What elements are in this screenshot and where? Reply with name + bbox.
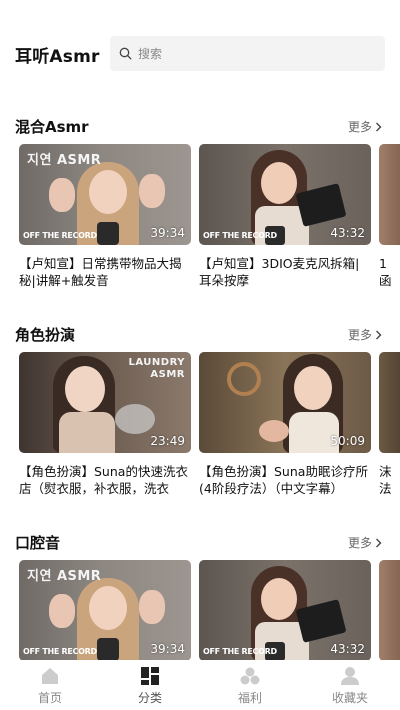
more-link[interactable]: 更多	[348, 326, 382, 343]
thumbnail-overlay-text: LAUNDRY ASMR	[128, 357, 185, 380]
favorites-icon	[341, 667, 359, 685]
watermark: OFF THE RECORD	[23, 647, 97, 656]
tab-category[interactable]: 分类	[100, 660, 200, 710]
more-link[interactable]: 更多	[348, 118, 382, 135]
tab-label: 福利	[237, 691, 262, 705]
video-thumbnail[interactable]: 지연 ASMR OFF THE RECORD 39:34	[19, 560, 191, 661]
gift-icon	[240, 667, 260, 685]
search-icon	[119, 47, 132, 60]
video-duration: 43:32	[330, 226, 365, 240]
video-duration: 23:49	[150, 434, 185, 448]
video-card[interactable]: 1 函	[379, 144, 400, 294]
video-thumbnail[interactable]: 50:09	[199, 352, 371, 453]
bottom-tab-bar: 首页 分类 福利 收藏夹	[0, 660, 400, 710]
video-duration: 39:34	[150, 226, 185, 240]
home-icon	[42, 668, 58, 684]
chevron-right-icon	[376, 330, 382, 339]
section-title: 混合Asmr	[15, 118, 89, 136]
tab-label: 首页	[37, 691, 62, 705]
video-card[interactable]: 50:09 【角色扮演】Suna助眠诊疗所(4阶段疗法）（中文字幕）	[199, 352, 371, 502]
section-title: 角色扮演	[15, 326, 76, 344]
tab-welfare[interactable]: 福利	[200, 660, 300, 710]
header: 耳听Asmr	[0, 0, 400, 90]
video-duration: 39:34	[150, 642, 185, 656]
video-thumbnail[interactable]	[379, 352, 400, 453]
video-title: 【卢知宣】3DIO麦克风拆箱|耳朵按摩	[199, 256, 360, 288]
card-row: LAUNDRY ASMR 23:49 【角色扮演】Suna的快速洗衣店（熨衣服，…	[19, 352, 400, 502]
video-card[interactable]: OFF THE RECORD 43:32 【卢知宣】3DIO麦克风拆箱|耳朵按摩	[199, 144, 371, 294]
video-thumbnail[interactable]	[379, 560, 400, 661]
video-duration: 50:09	[330, 434, 365, 448]
video-title: 【角色扮演】Suna助眠诊疗所(4阶段疗法）（中文字幕）	[199, 464, 368, 496]
video-thumbnail[interactable]: LAUNDRY ASMR 23:49	[19, 352, 191, 453]
video-title: 1 函	[379, 256, 392, 288]
video-title: 沫 法	[379, 464, 392, 496]
section-mixed-asmr: 混合Asmr 更多 지연 ASMR OFF THE RECORD 39:34 【…	[0, 116, 400, 296]
more-label: 更多	[347, 536, 372, 550]
video-thumbnail[interactable]: OFF THE RECORD 43:32	[199, 560, 371, 661]
chevron-right-icon	[376, 122, 382, 131]
video-thumbnail[interactable]	[379, 144, 400, 245]
search-input[interactable]	[138, 36, 378, 71]
tab-favorites[interactable]: 收藏夹	[300, 660, 400, 710]
video-card[interactable]: 沫 法	[379, 352, 400, 502]
tab-home[interactable]: 首页	[0, 660, 100, 710]
video-thumbnail[interactable]: 지연 ASMR OFF THE RECORD 39:34	[19, 144, 191, 245]
thumbnail-overlay-text: 지연 ASMR	[27, 153, 102, 168]
video-title: 【角色扮演】Suna的快速洗衣店（熨衣服，补衣服，洗衣	[19, 464, 188, 496]
tab-label: 收藏夹	[331, 691, 368, 705]
section-title: 口腔音	[15, 534, 61, 552]
watermark: OFF THE RECORD	[203, 231, 277, 240]
video-thumbnail[interactable]: OFF THE RECORD 43:32	[199, 144, 371, 245]
watermark: OFF THE RECORD	[203, 647, 277, 656]
more-label: 更多	[347, 120, 372, 134]
card-row: 지연 ASMR OFF THE RECORD 39:34 【卢知宣】日常携带物品…	[19, 144, 400, 294]
search-bar[interactable]	[110, 36, 385, 71]
watermark: OFF THE RECORD	[23, 231, 97, 240]
category-icon	[141, 667, 159, 685]
thumbnail-overlay-text: 지연 ASMR	[27, 569, 102, 584]
video-card[interactable]: LAUNDRY ASMR 23:49 【角色扮演】Suna的快速洗衣店（熨衣服，…	[19, 352, 191, 502]
video-duration: 43:32	[330, 642, 365, 656]
app-title: 耳听Asmr	[15, 47, 100, 67]
chevron-right-icon	[376, 538, 382, 547]
video-title: 【卢知宣】日常携带物品大揭秘|讲解+触发音	[19, 256, 182, 288]
tab-label: 分类	[137, 691, 162, 705]
video-card[interactable]: 지연 ASMR OFF THE RECORD 39:34 【卢知宣】日常携带物品…	[19, 144, 191, 294]
section-roleplay: 角色扮演 更多 LAUNDRY ASMR 23:49 【角色扮演】Suna的快速…	[0, 324, 400, 504]
more-link[interactable]: 更多	[348, 534, 382, 551]
more-label: 更多	[347, 328, 372, 342]
